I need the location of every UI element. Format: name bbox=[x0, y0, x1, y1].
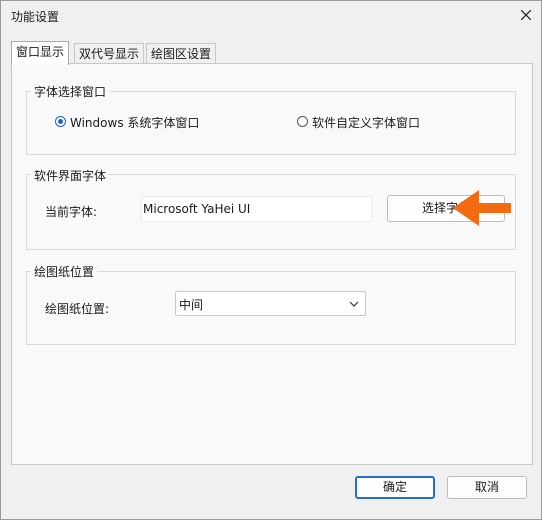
chevron-down-icon bbox=[349, 301, 359, 307]
close-icon bbox=[521, 10, 531, 20]
current-font-field: Microsoft YaHei UI bbox=[141, 196, 372, 222]
font-window-group-title: 字体选择窗口 bbox=[31, 83, 110, 100]
tab-panel: 字体选择窗口 Windows 系统字体窗口 软件自定义字体窗口 软件界面字体 当… bbox=[11, 63, 533, 465]
current-font-value: Microsoft YaHei UI bbox=[143, 202, 251, 216]
settings-dialog: 功能设置 窗口显示 双代号显示 绘图区设置 字体选择窗口 Windows 系统字… bbox=[0, 0, 542, 520]
radio-windows-font[interactable] bbox=[55, 116, 66, 127]
paper-position-group-title: 绘图纸位置 bbox=[31, 263, 98, 280]
arrow-annotation-icon bbox=[453, 190, 511, 226]
tab-drawing-area-settings[interactable]: 绘图区设置 bbox=[146, 43, 217, 64]
cancel-button[interactable]: 取消 bbox=[447, 476, 527, 499]
ui-font-group-title: 软件界面字体 bbox=[31, 167, 110, 184]
tab-window-display[interactable]: 窗口显示 bbox=[11, 41, 70, 65]
window-title: 功能设置 bbox=[11, 10, 60, 24]
paper-position-select[interactable]: 中间 bbox=[175, 291, 366, 316]
current-font-label: 当前字体: bbox=[45, 205, 98, 219]
radio-windows-font-label[interactable]: Windows 系统字体窗口 bbox=[70, 114, 199, 131]
close-button[interactable] bbox=[513, 4, 539, 26]
radio-custom-font[interactable] bbox=[297, 116, 308, 127]
tab-double-code-display[interactable]: 双代号显示 bbox=[74, 43, 145, 64]
paper-position-label: 绘图纸位置: bbox=[45, 302, 110, 316]
paper-position-value: 中间 bbox=[179, 298, 204, 312]
radio-custom-font-label[interactable]: 软件自定义字体窗口 bbox=[312, 114, 420, 131]
ok-button[interactable]: 确定 bbox=[355, 476, 435, 499]
